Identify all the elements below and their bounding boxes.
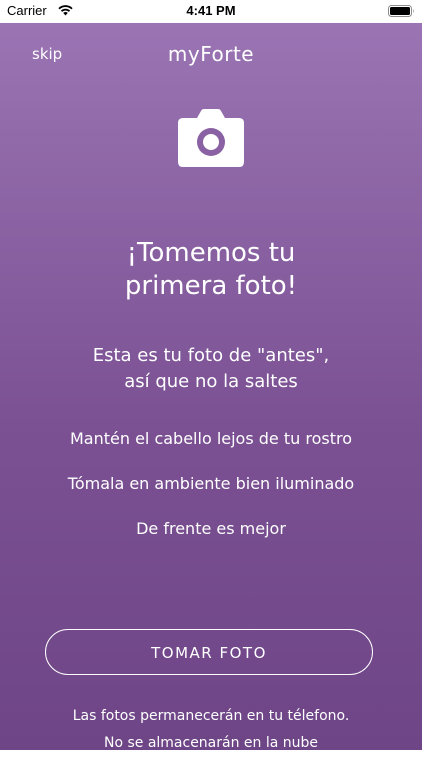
headline: ¡Tomemos tu primera foto! [0,237,422,303]
headline-line-1: ¡Tomemos tu [126,238,296,268]
take-photo-button[interactable]: TOMAR FOTO [45,629,373,675]
clock: 4:41 PM [186,3,236,18]
tip-lighting: Tómala en ambiente bien iluminado [67,474,355,493]
tip-front: De frente es mejor [136,519,286,538]
headline-line-2: primera foto! [124,271,298,301]
subtitle: Esta es tu foto de "antes", así que no l… [0,343,422,395]
privacy-note-line-2: No se almacenarán en la nube [103,735,319,751]
battery-icon [388,5,414,17]
subtitle-line-2: así que no la saltes [124,371,298,392]
onboarding-screen: skip myForte ¡Tomemos tu primera foto! E… [0,23,422,751]
privacy-note-line-1: Las fotos permanecerán en tu télefono. [72,708,350,724]
brand-title: myForte [167,42,255,66]
camera-icon [178,109,244,167]
subtitle-line-1: Esta es tu foto de "antes", [92,345,330,366]
status-bar: Carrier 4:41 PM [0,0,422,23]
privacy-note: Las fotos permanecerán en tu télefono. N… [0,703,422,757]
tip-hair: Mantén el cabello lejos de tu rostro [69,429,352,448]
